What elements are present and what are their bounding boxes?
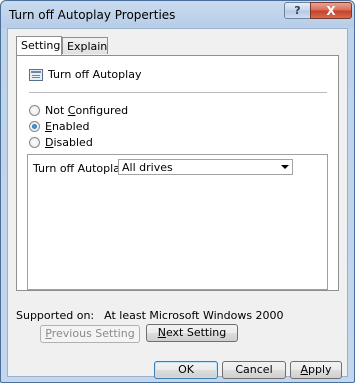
help-button[interactable]: ?	[284, 2, 311, 19]
ok-button[interactable]: OK	[154, 361, 218, 379]
apply-button[interactable]: Apply	[290, 361, 342, 379]
radio-button[interactable]	[29, 137, 40, 148]
radio-label: Enabled	[45, 120, 90, 133]
options-box: Turn off Autoplay on: All drives	[27, 154, 328, 290]
supported-label: Supported on:	[16, 309, 95, 322]
policy-header: Turn off Autoplay	[29, 68, 141, 81]
policy-name: Turn off Autoplay	[48, 68, 142, 81]
title-bar[interactable]: Turn off Autoplay Properties ? X	[1, 1, 354, 27]
close-icon: X	[326, 3, 336, 18]
radio-not-configured[interactable]: Not Configured	[29, 104, 128, 117]
help-icon: ?	[294, 4, 301, 17]
policy-icon	[29, 68, 43, 81]
dialog-window: Turn off Autoplay Properties ? X Setting…	[0, 0, 355, 383]
setting-panel: Turn off Autoplay Not Configured Enabled…	[16, 55, 339, 291]
close-button[interactable]: X	[310, 2, 352, 19]
supported-on: Supported on: At least Microsoft Windows…	[16, 309, 284, 322]
dropdown-value: All drives	[122, 161, 173, 174]
tab-setting[interactable]: Setting	[16, 36, 62, 55]
tab-explain[interactable]: Explain	[62, 37, 108, 54]
radio-label: Not Configured	[45, 104, 129, 117]
radio-label: Disabled	[45, 136, 93, 149]
radio-button[interactable]	[29, 121, 40, 132]
chevron-down-icon[interactable]	[281, 165, 289, 169]
drives-dropdown[interactable]: All drives	[118, 159, 293, 175]
radio-button[interactable]	[29, 105, 40, 116]
window-title: Turn off Autoplay Properties	[9, 8, 176, 22]
radio-disabled[interactable]: Disabled	[29, 136, 93, 149]
dialog-client: Setting Explain Turn off Autoplay Not Co…	[7, 28, 348, 379]
cancel-button[interactable]: Cancel	[222, 361, 286, 379]
radio-enabled[interactable]: Enabled	[29, 120, 89, 133]
supported-value: At least Microsoft Windows 2000	[104, 309, 284, 322]
separator	[29, 92, 327, 93]
previous-setting-button[interactable]: Previous Setting	[40, 325, 140, 343]
next-setting-button[interactable]: Next Setting	[146, 324, 238, 342]
